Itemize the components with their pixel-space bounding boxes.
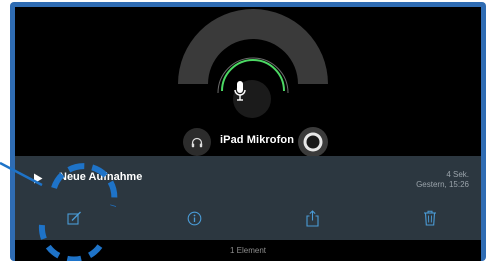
record-button[interactable]	[233, 80, 271, 118]
recording-duration: 4 Sek.	[446, 170, 469, 179]
microphone-source-label[interactable]: iPad Mikrofon	[220, 134, 294, 146]
item-count: 1 Element	[15, 240, 481, 261]
share-button[interactable]	[300, 206, 324, 230]
recording-toolbar	[15, 206, 481, 232]
recording-date: Gestern, 15:26	[416, 180, 469, 189]
info-icon	[187, 211, 201, 225]
delete-button[interactable]	[418, 206, 442, 230]
recording-meta: 4 Sek. Gestern, 15:26	[416, 170, 469, 190]
input-level-icon	[303, 132, 323, 152]
recording-list-item[interactable]: Neue Aufnahme 4 Sek. Gestern, 15:26	[15, 156, 481, 240]
input-source-row: iPad Mikrofon	[15, 126, 481, 157]
recording-title[interactable]: Neue Aufnahme	[59, 171, 142, 183]
headphones-button[interactable]	[183, 128, 211, 156]
voice-memos-screen: iPad Mikrofon Neue Aufnahme 4 Sek. Geste…	[15, 7, 481, 261]
trash-icon	[424, 210, 436, 226]
info-button[interactable]	[182, 206, 206, 230]
share-icon	[305, 209, 319, 227]
edit-button[interactable]	[62, 206, 86, 230]
edit-icon	[66, 211, 81, 225]
play-icon[interactable]	[33, 173, 43, 184]
input-level-button[interactable]	[298, 127, 328, 157]
microphone-icon	[234, 81, 246, 101]
recording-dial	[15, 7, 481, 132]
headphones-icon	[191, 137, 203, 147]
